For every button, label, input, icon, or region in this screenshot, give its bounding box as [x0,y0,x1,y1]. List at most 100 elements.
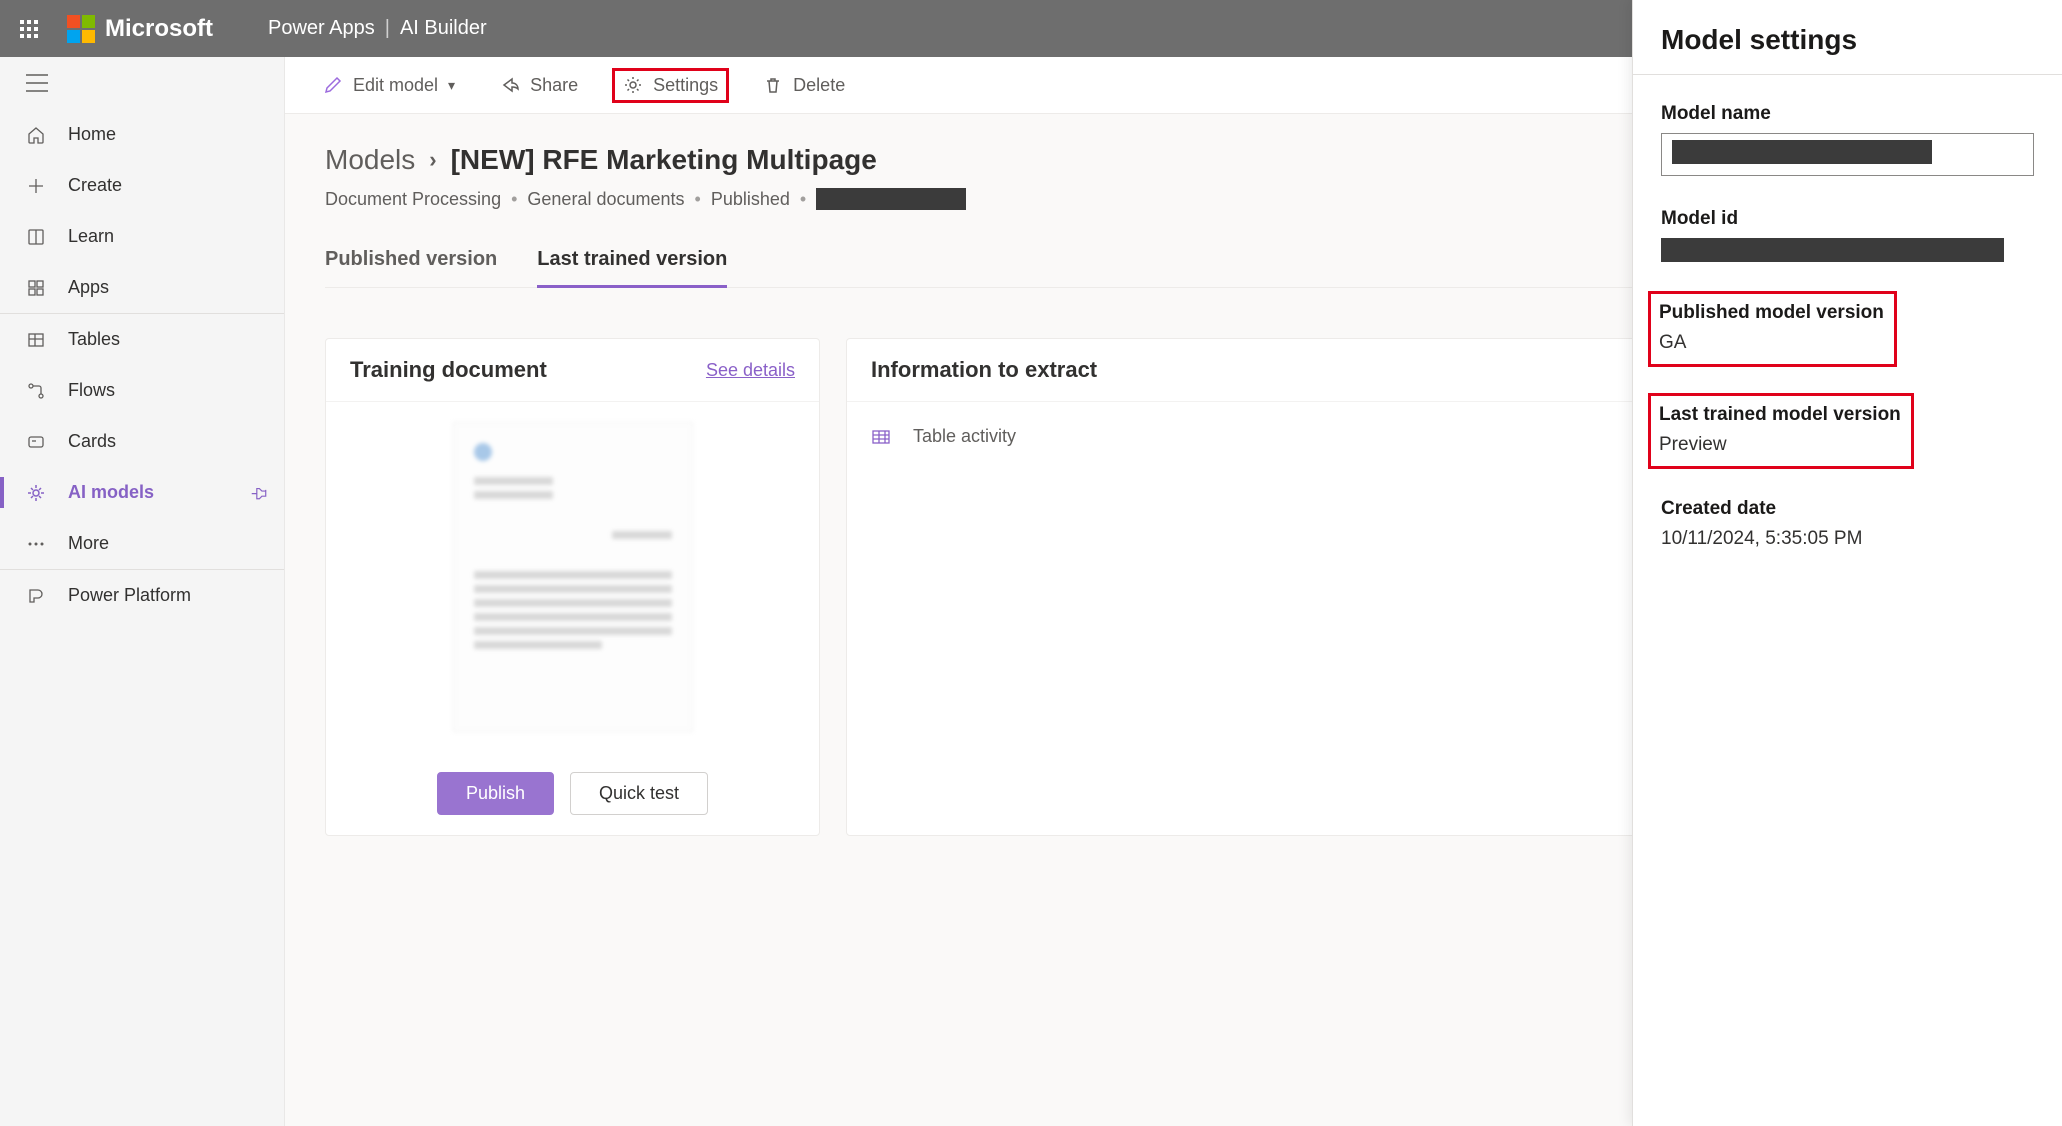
header-separator: | [385,17,390,40]
plus-icon [22,176,50,196]
nav-create-label: Create [68,175,122,196]
chevron-right-icon: › [429,147,436,173]
created-date-value: 10/11/2024, 5:35:05 PM [1661,528,2034,550]
dot-separator: • [511,189,517,210]
microsoft-logo: Microsoft [67,15,213,43]
left-nav: Home Create Learn Apps Tables Flows [0,57,285,1126]
nav-home-label: Home [68,124,116,145]
published-version-value: GA [1659,332,1884,354]
model-name-field: Model name [1661,103,2034,176]
nav-cards-label: Cards [68,431,116,452]
model-settings-panel: Model settings Model name Model id Publi… [1632,0,2062,1126]
nav-power-platform-label: Power Platform [68,585,191,606]
header-app-title: Power Apps | AI Builder [268,17,487,40]
header-app-name[interactable]: Power Apps [268,17,375,40]
training-document-card: Training document See details [325,338,820,836]
nav-tables-label: Tables [68,329,120,350]
trash-icon [763,75,783,95]
more-icon [22,534,50,554]
delete-button[interactable]: Delete [753,69,855,102]
nav-flows-label: Flows [68,380,115,401]
pencil-icon [323,75,343,95]
header-section-name[interactable]: AI Builder [400,17,487,40]
info-card-title: Information to extract [871,357,1097,383]
publish-button[interactable]: Publish [437,772,554,815]
share-label: Share [530,75,578,96]
nav-more[interactable]: More [0,518,284,569]
share-button[interactable]: Share [490,69,588,102]
dot-separator: • [695,189,701,210]
waffle-icon [20,20,38,38]
settings-divider [1633,74,2062,75]
card-icon [22,432,50,452]
published-version-label: Published model version [1659,302,1884,324]
table-icon [22,330,50,350]
model-name-label: Model name [1661,103,2034,125]
model-name-input[interactable] [1661,133,2034,176]
book-icon [22,227,50,247]
last-trained-version-field: Last trained model version Preview [1661,396,2034,466]
settings-button[interactable]: Settings [613,69,728,102]
last-trained-label: Last trained model version [1659,404,1901,426]
nav-tables[interactable]: Tables [0,314,284,365]
tab-last-trained-version[interactable]: Last trained version [537,248,727,288]
edit-model-label: Edit model [353,75,438,96]
model-id-redacted [1661,238,2004,262]
nav-power-platform[interactable]: Power Platform [0,570,284,621]
pin-icon[interactable] [251,484,269,502]
nav-ai-models[interactable]: AI models [0,467,284,518]
meta-type: Document Processing [325,189,501,210]
settings-label: Settings [653,75,718,96]
training-card-footer: Publish Quick test [326,752,819,835]
nav-ai-models-label: AI models [68,482,154,503]
last-trained-highlight: Last trained model version Preview [1651,396,1911,466]
hamburger-icon [26,74,48,92]
created-date-label: Created date [1661,498,2034,520]
meta-subtype: General documents [527,189,684,210]
meta-redacted [816,188,966,210]
nav-toggle-button[interactable] [0,57,284,109]
last-trained-value: Preview [1659,434,1901,456]
training-card-body [326,402,819,752]
nav-flows[interactable]: Flows [0,365,284,416]
tab-published-version[interactable]: Published version [325,248,497,287]
model-id-field: Model id [1661,208,2034,262]
edit-model-button[interactable]: Edit model ▾ [313,69,465,102]
quick-test-button[interactable]: Quick test [570,772,708,815]
model-id-label: Model id [1661,208,2034,230]
table-icon [871,427,891,447]
nav-cards[interactable]: Cards [0,416,284,467]
microsoft-logo-icon [67,15,95,43]
power-platform-icon [22,586,50,606]
model-name-redacted [1672,140,1932,164]
training-card-title: Training document [350,357,547,383]
page-title: [NEW] RFE Marketing Multipage [451,144,877,176]
app-launcher-button[interactable] [0,0,57,57]
document-preview[interactable] [453,422,693,732]
info-extract-label: Table activity [913,426,1016,447]
dot-separator: • [800,189,806,210]
delete-label: Delete [793,75,845,96]
nav-apps[interactable]: Apps [0,262,284,313]
published-version-highlight: Published model version GA [1651,294,1894,364]
flow-icon [22,381,50,401]
nav-more-label: More [68,533,109,554]
nav-apps-label: Apps [68,277,109,298]
nav-learn-label: Learn [68,226,114,247]
gear-icon [623,75,643,95]
nav-home[interactable]: Home [0,109,284,160]
microsoft-label: Microsoft [105,15,213,43]
created-date-field: Created date 10/11/2024, 5:35:05 PM [1661,498,2034,550]
ai-icon [22,483,50,503]
share-icon [500,75,520,95]
nav-create[interactable]: Create [0,160,284,211]
breadcrumb-root[interactable]: Models [325,144,415,176]
chevron-down-icon: ▾ [448,77,455,94]
apps-icon [22,278,50,298]
published-version-field: Published model version GA [1661,294,2034,364]
settings-panel-title: Model settings [1661,24,2034,56]
training-card-header: Training document See details [326,339,819,402]
nav-learn[interactable]: Learn [0,211,284,262]
see-details-link[interactable]: See details [706,360,795,381]
home-icon [22,125,50,145]
